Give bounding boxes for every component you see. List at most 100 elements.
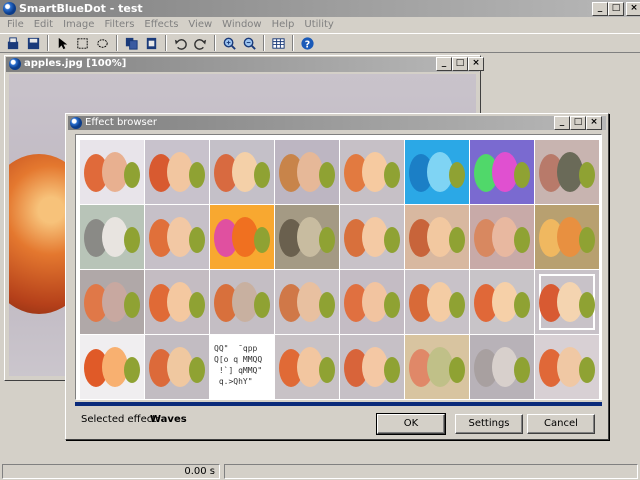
dialog-close-button[interactable]: × bbox=[586, 116, 602, 130]
apple-shape bbox=[124, 292, 140, 318]
effect-thumbnail[interactable] bbox=[340, 335, 404, 399]
effect-thumbnail[interactable] bbox=[405, 205, 469, 269]
maximize-button[interactable]: □ bbox=[608, 2, 624, 16]
effect-thumbnail[interactable] bbox=[470, 270, 534, 334]
apple-shape bbox=[124, 227, 140, 253]
effect-thumbnail[interactable] bbox=[80, 205, 144, 269]
apple-shape bbox=[254, 227, 270, 253]
menu-bar: File Edit Image Filters Effects View Win… bbox=[0, 17, 640, 32]
close-button[interactable]: × bbox=[626, 2, 640, 16]
apple-shape bbox=[254, 292, 270, 318]
menu-window[interactable]: Window bbox=[217, 17, 266, 32]
effect-thumbnail-grid: QQ" ̄ qpp Q[o q MMQQ !`] qMMQ" q.>QhY" bbox=[80, 140, 599, 399]
apple-shape bbox=[579, 292, 595, 318]
document-maximize-button[interactable]: □ bbox=[452, 57, 468, 71]
effect-thumbnail[interactable] bbox=[340, 205, 404, 269]
effect-thumbnail[interactable] bbox=[340, 270, 404, 334]
effect-thumbnail[interactable] bbox=[80, 140, 144, 204]
zoom-in-icon[interactable] bbox=[220, 34, 238, 52]
menu-file[interactable]: File bbox=[2, 17, 29, 32]
document-close-button[interactable]: × bbox=[468, 57, 484, 71]
copy-icon[interactable] bbox=[122, 34, 140, 52]
minimize-button[interactable]: _ bbox=[592, 2, 608, 16]
rect-select-icon[interactable] bbox=[73, 34, 91, 52]
apple-shape bbox=[449, 227, 465, 253]
document-window-controls: _ □ × bbox=[436, 57, 484, 71]
toolbar-divider bbox=[116, 35, 118, 51]
save-icon[interactable] bbox=[24, 34, 42, 52]
app-title: SmartBlueDot - test bbox=[19, 2, 143, 15]
toolbar-divider bbox=[47, 35, 49, 51]
app-titlebar: SmartBlueDot - test _ □ × bbox=[0, 0, 640, 17]
menu-help[interactable]: Help bbox=[267, 17, 300, 32]
paste-icon[interactable] bbox=[142, 34, 160, 52]
effect-thumbnail[interactable] bbox=[470, 205, 534, 269]
effect-thumbnail[interactable] bbox=[275, 205, 339, 269]
apple-shape bbox=[449, 292, 465, 318]
apple-shape bbox=[319, 357, 335, 383]
ok-button[interactable]: OK bbox=[376, 413, 446, 435]
effect-thumbnail[interactable] bbox=[210, 270, 274, 334]
toolbar-divider bbox=[292, 35, 294, 51]
apple-shape bbox=[124, 162, 140, 188]
menu-utility[interactable]: Utility bbox=[299, 17, 338, 32]
effect-thumbnail[interactable] bbox=[535, 140, 599, 204]
toolbar-divider bbox=[214, 35, 216, 51]
selected-effect-label: Selected effect: bbox=[81, 414, 160, 425]
help-icon[interactable]: ? bbox=[298, 34, 316, 52]
effect-thumbnail[interactable] bbox=[275, 140, 339, 204]
dialog-minimize-button[interactable]: _ bbox=[554, 116, 570, 130]
apple-shape bbox=[579, 357, 595, 383]
dialog-maximize-button[interactable]: □ bbox=[570, 116, 586, 130]
document-minimize-button[interactable]: _ bbox=[436, 57, 452, 71]
app-logo-icon bbox=[3, 2, 16, 15]
lasso-icon[interactable] bbox=[93, 34, 111, 52]
menu-view[interactable]: View bbox=[183, 17, 217, 32]
status-panel bbox=[224, 464, 638, 479]
open-icon[interactable] bbox=[4, 34, 22, 52]
effect-thumbnail[interactable] bbox=[145, 335, 209, 399]
effect-thumbnail[interactable] bbox=[405, 335, 469, 399]
apple-shape bbox=[579, 162, 595, 188]
apple-shape bbox=[319, 227, 335, 253]
grid-icon[interactable] bbox=[269, 34, 287, 52]
effect-browser-dialog: Effect browser _ □ × QQ" ̄ qpp Q[o q MMQ… bbox=[65, 113, 609, 440]
apple-shape bbox=[449, 357, 465, 383]
preview-progress-bar bbox=[75, 402, 602, 406]
effect-thumbnail[interactable] bbox=[275, 335, 339, 399]
effect-thumbnail[interactable] bbox=[470, 335, 534, 399]
effect-thumbnail[interactable] bbox=[275, 270, 339, 334]
effect-thumbnail[interactable]: QQ" ̄ qpp Q[o q MMQQ !`] qMMQ" q.>QhY" bbox=[210, 335, 274, 399]
apple-shape bbox=[319, 162, 335, 188]
dialog-titlebar: Effect browser _ □ × bbox=[68, 116, 606, 130]
dialog-window-controls: _ □ × bbox=[554, 116, 602, 130]
menu-image[interactable]: Image bbox=[58, 17, 99, 32]
cancel-button[interactable]: Cancel bbox=[527, 414, 595, 434]
effect-thumbnail[interactable] bbox=[405, 270, 469, 334]
effect-thumbnail[interactable] bbox=[80, 335, 144, 399]
effect-thumbnail[interactable] bbox=[535, 335, 599, 399]
effect-thumbnail[interactable] bbox=[340, 140, 404, 204]
redo-icon[interactable] bbox=[191, 34, 209, 52]
effect-thumbnail[interactable] bbox=[535, 205, 599, 269]
status-bar: 0.00 s bbox=[0, 463, 640, 480]
pointer-icon[interactable] bbox=[53, 34, 71, 52]
effect-thumbnail[interactable] bbox=[535, 270, 599, 334]
apple-shape bbox=[384, 162, 400, 188]
menu-effects[interactable]: Effects bbox=[139, 17, 183, 32]
effect-thumbnail[interactable] bbox=[145, 270, 209, 334]
effect-thumbnail[interactable] bbox=[145, 140, 209, 204]
document-icon bbox=[9, 58, 21, 70]
undo-icon[interactable] bbox=[171, 34, 189, 52]
effect-thumbnail[interactable] bbox=[145, 205, 209, 269]
zoom-out-icon[interactable] bbox=[240, 34, 258, 52]
apple-shape bbox=[189, 357, 205, 383]
effect-thumbnail[interactable] bbox=[210, 140, 274, 204]
menu-edit[interactable]: Edit bbox=[29, 17, 58, 32]
effect-thumbnail[interactable] bbox=[470, 140, 534, 204]
menu-filters[interactable]: Filters bbox=[99, 17, 139, 32]
settings-button[interactable]: Settings bbox=[455, 414, 523, 434]
effect-thumbnail[interactable] bbox=[210, 205, 274, 269]
effect-thumbnail[interactable] bbox=[405, 140, 469, 204]
effect-thumbnail[interactable] bbox=[80, 270, 144, 334]
